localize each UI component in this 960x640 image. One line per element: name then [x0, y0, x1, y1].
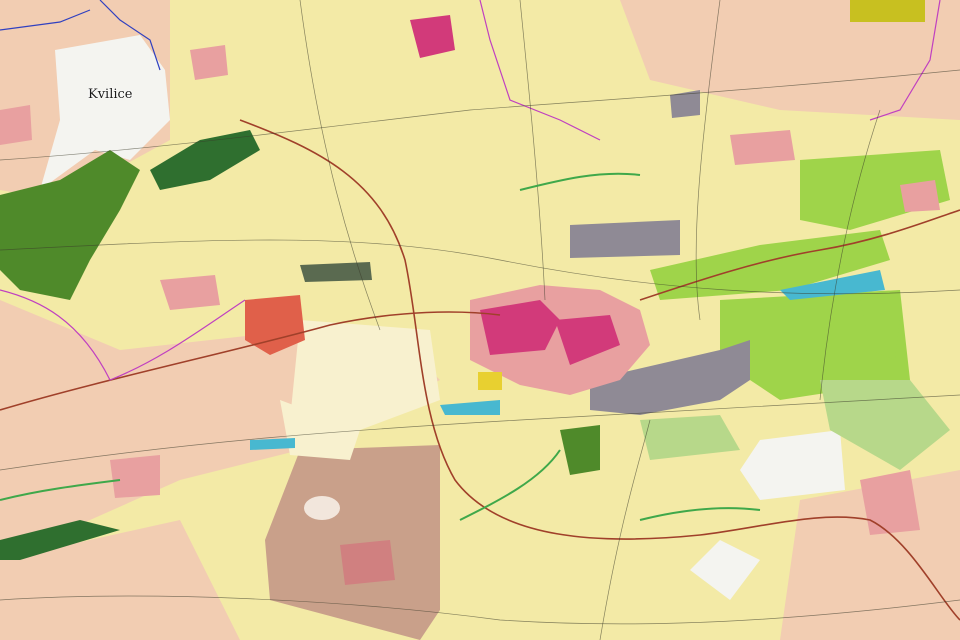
quarry-pit [304, 496, 340, 520]
yellow-field [850, 0, 925, 22]
land-use-map[interactable]: Kvilice [0, 0, 960, 640]
map-canvas[interactable] [0, 0, 960, 640]
place-label-kvilice[interactable]: Kvilice [88, 87, 133, 102]
